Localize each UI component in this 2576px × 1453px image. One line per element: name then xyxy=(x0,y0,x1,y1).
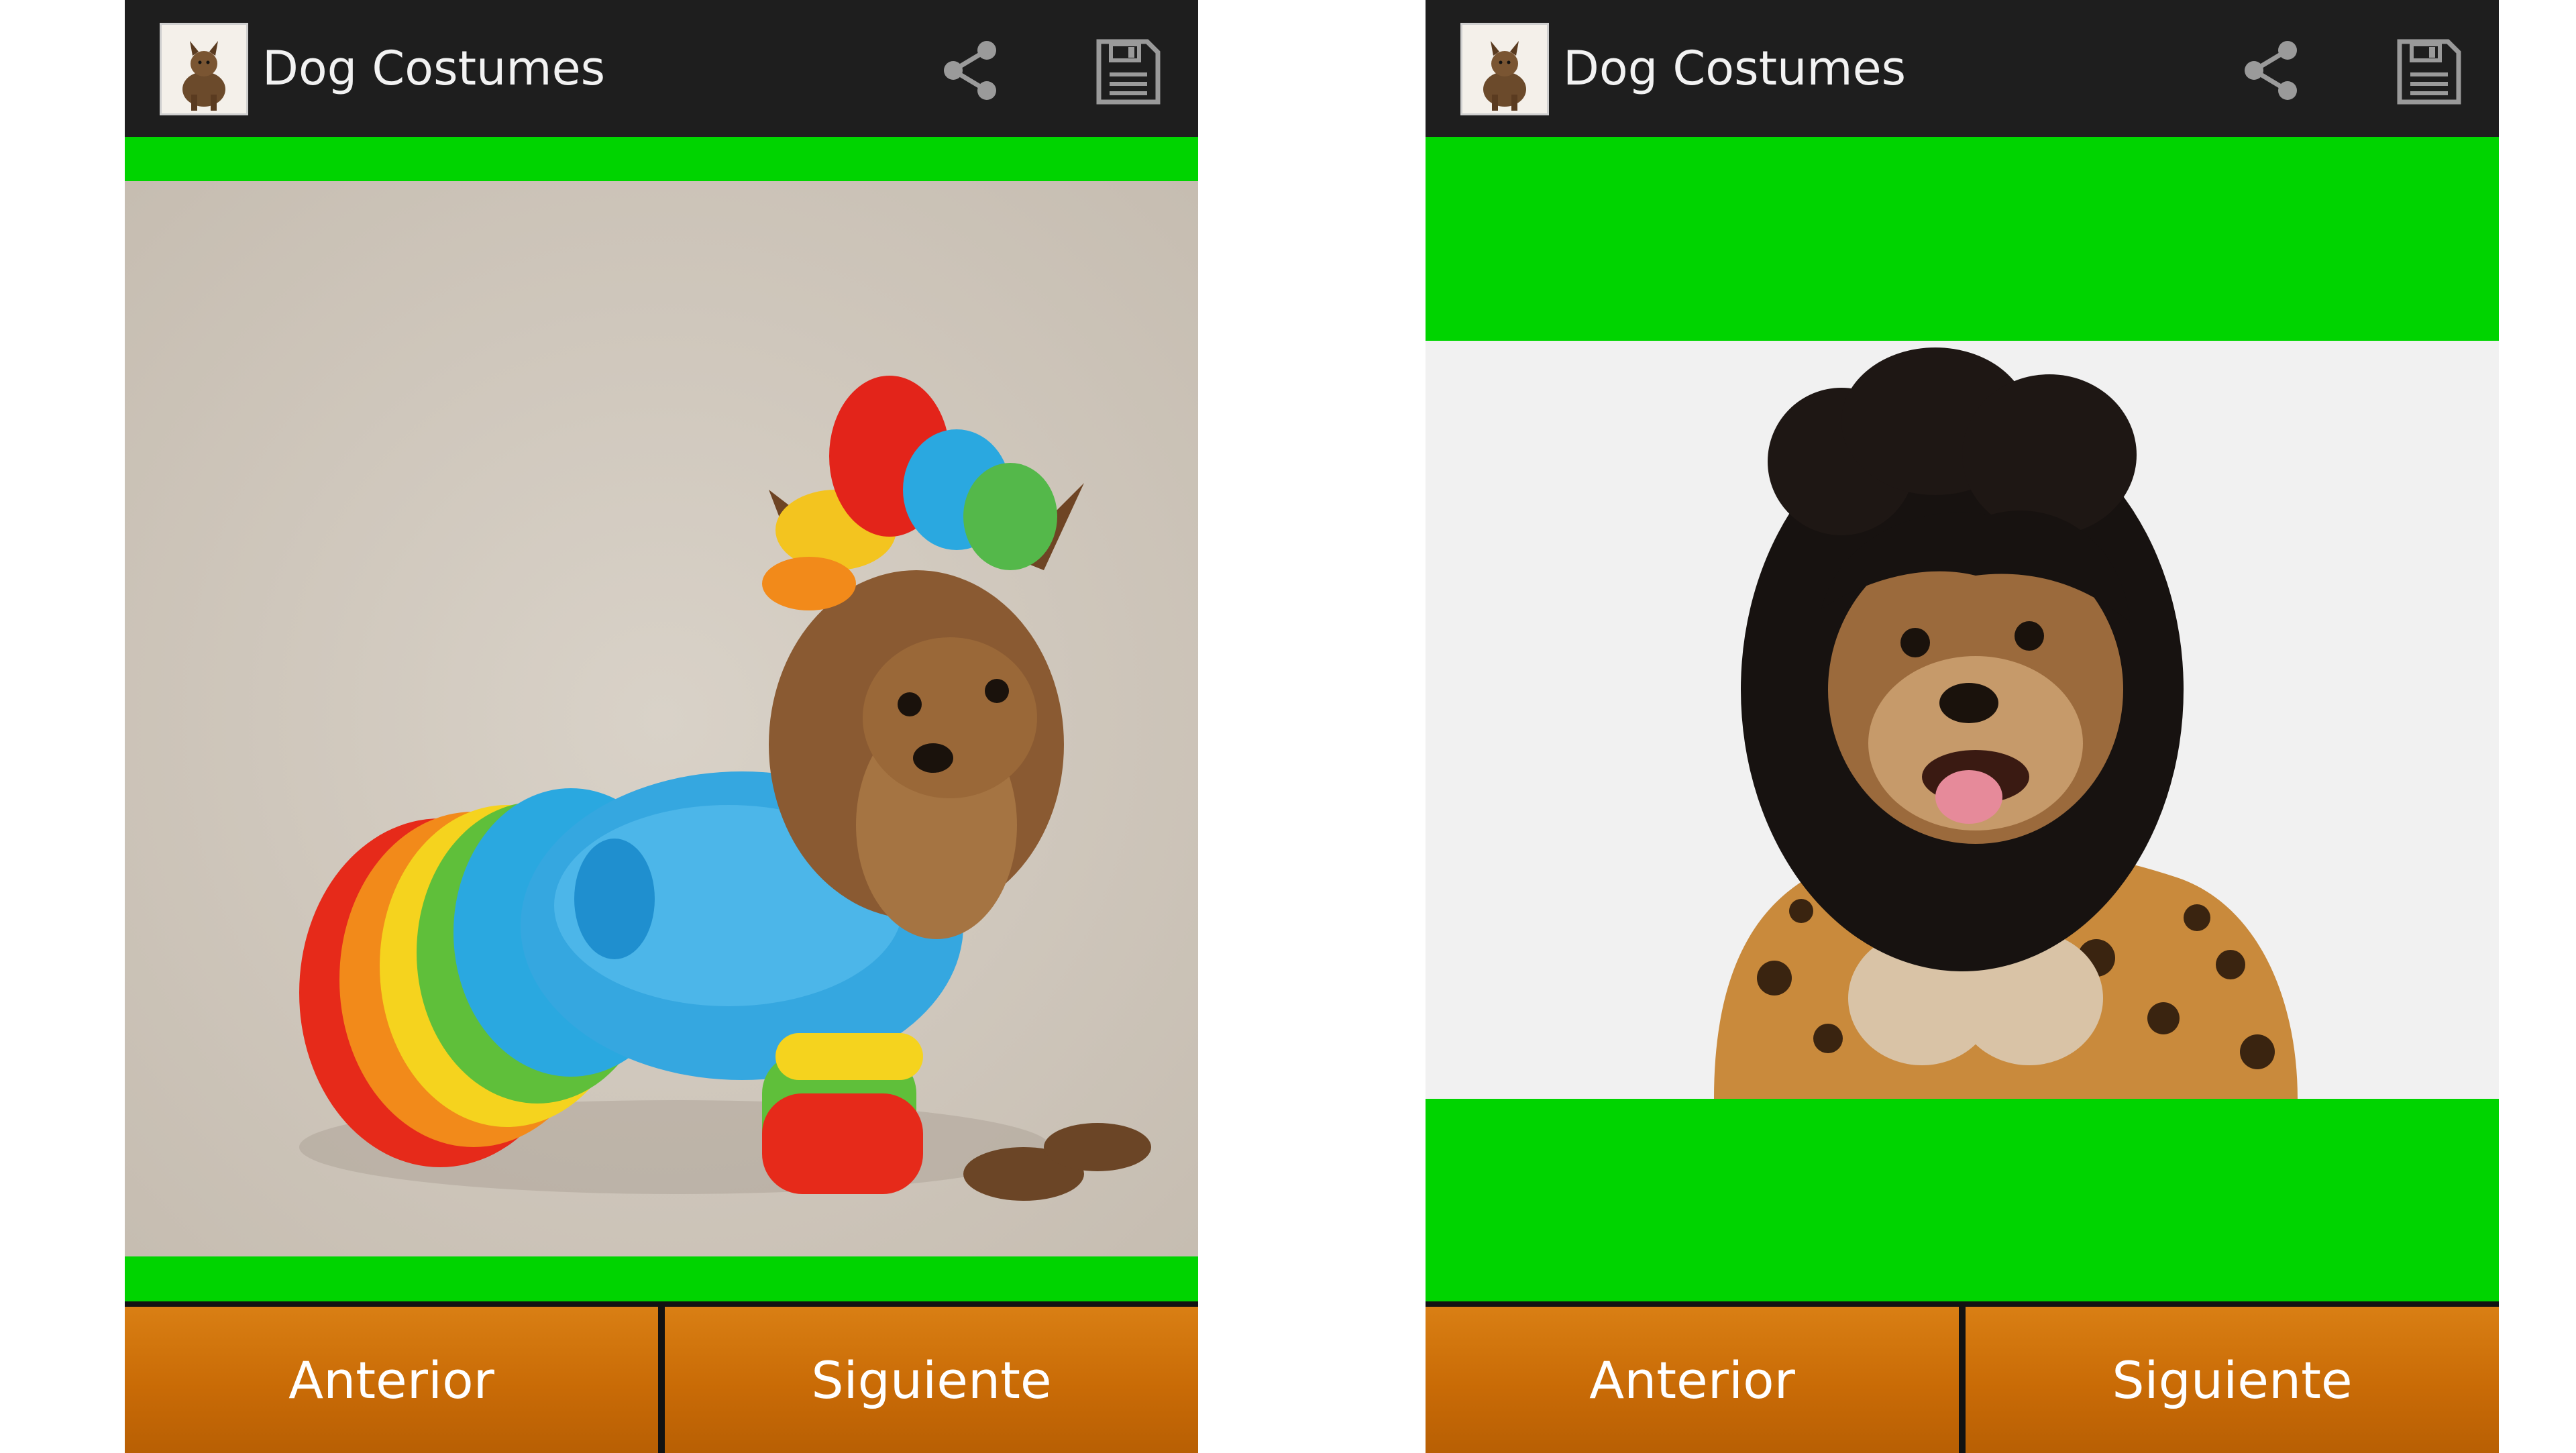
previous-button[interactable]: Anterior xyxy=(1426,1307,1959,1453)
floppy-disk-icon[interactable] xyxy=(1091,35,1165,109)
share-icon[interactable] xyxy=(933,34,1007,107)
previous-button[interactable]: Anterior xyxy=(125,1307,658,1453)
dog-wig-leopard-outfit-image xyxy=(1426,341,2499,1099)
costume-photo xyxy=(1426,341,2499,1099)
app-icon[interactable] xyxy=(160,23,248,115)
yorkie-rainbow-dress-image xyxy=(125,181,1198,1256)
floppy-disk-icon[interactable] xyxy=(2392,35,2465,109)
app-icon[interactable] xyxy=(1460,23,1549,115)
action-bar: Dog Costumes xyxy=(1426,0,2499,137)
navigation-bar: Anterior Siguiente xyxy=(1426,1301,2499,1453)
next-button[interactable]: Siguiente xyxy=(665,1307,1198,1453)
share-icon[interactable] xyxy=(2234,34,2308,107)
next-button[interactable]: Siguiente xyxy=(1966,1307,2499,1453)
app-title: Dog Costumes xyxy=(1563,41,1907,96)
navigation-bar: Anterior Siguiente xyxy=(125,1301,1198,1453)
app-title: Dog Costumes xyxy=(262,41,606,96)
action-bar: Dog Costumes xyxy=(125,0,1198,137)
phone-screen-right: Dog Costumes Anterior Siguiente xyxy=(1426,0,2499,1453)
costume-photo xyxy=(125,181,1198,1256)
phone-screen-left: Dog Costumes Anterior Siguiente xyxy=(125,0,1198,1453)
